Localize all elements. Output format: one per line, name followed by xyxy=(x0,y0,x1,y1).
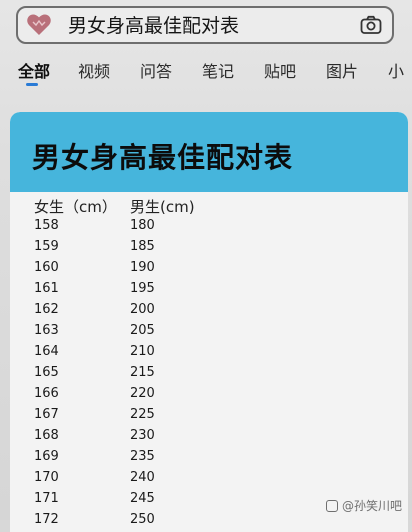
table-row: 167 225 xyxy=(10,405,408,426)
male-height-cell: 185 xyxy=(130,239,155,254)
tab-video[interactable]: 视频 xyxy=(78,58,110,82)
male-height-cell: 240 xyxy=(130,470,155,485)
tab-images[interactable]: 图片 xyxy=(326,58,358,82)
table-row: 162 200 xyxy=(10,300,408,321)
female-height-cell: 164 xyxy=(34,344,59,359)
female-height-cell: 161 xyxy=(34,281,59,296)
male-height-cell: 245 xyxy=(130,491,155,506)
tab-bar: 全部 视频 问答 笔记 贴吧 图片 小 xyxy=(0,50,412,90)
male-height-cell: 235 xyxy=(130,449,155,464)
tab-tieba[interactable]: 贴吧 xyxy=(264,58,296,82)
female-height-cell: 168 xyxy=(34,428,59,443)
table-row: 164 210 xyxy=(10,342,408,363)
male-height-cell: 200 xyxy=(130,302,155,317)
table-row: 160 190 xyxy=(10,258,408,279)
male-height-cell: 180 xyxy=(130,218,155,233)
active-tab-indicator xyxy=(26,83,38,86)
tab-notes[interactable]: 笔记 xyxy=(202,58,234,82)
camera-icon[interactable] xyxy=(360,15,382,35)
female-height-cell: 171 xyxy=(34,491,59,506)
column-header-female: 女生（cm） xyxy=(34,198,117,216)
table-row: 166 220 xyxy=(10,384,408,405)
tab-more[interactable]: 小 xyxy=(388,58,404,82)
female-height-cell: 166 xyxy=(34,386,59,401)
male-height-cell: 215 xyxy=(130,365,155,380)
table-row: 163 205 xyxy=(10,321,408,342)
table-row: 158 180 xyxy=(10,216,408,237)
female-height-cell: 170 xyxy=(34,470,59,485)
male-height-cell: 225 xyxy=(130,407,155,422)
female-height-cell: 158 xyxy=(34,218,59,233)
tab-all[interactable]: 全部 xyxy=(18,58,50,82)
female-height-cell: 167 xyxy=(34,407,59,422)
male-height-cell: 190 xyxy=(130,260,155,275)
male-height-cell: 195 xyxy=(130,281,155,296)
table-row: 169 235 xyxy=(10,447,408,468)
watermark: @孙笑川吧 xyxy=(325,497,402,514)
watermark-text: @孙笑川吧 xyxy=(341,499,402,513)
male-height-cell: 210 xyxy=(130,344,155,359)
male-height-cell: 220 xyxy=(130,386,155,401)
weibo-icon xyxy=(325,499,338,512)
table-row: 168 230 xyxy=(10,426,408,447)
table-row: 159 185 xyxy=(10,237,408,258)
female-height-cell: 169 xyxy=(34,449,59,464)
column-header-male: 男生(cm) xyxy=(130,198,195,216)
female-height-cell: 165 xyxy=(34,365,59,380)
table-row: 170 240 xyxy=(10,468,408,489)
card-title: 男女身高最佳配对表 xyxy=(32,141,294,174)
screen: 男女身高最佳配对表 全部 视频 问答 笔记 贴吧 图片 小 男女身高最佳配对表 … xyxy=(0,0,412,532)
table-row: 161 195 xyxy=(10,279,408,300)
search-input[interactable]: 男女身高最佳配对表 xyxy=(68,14,239,38)
female-height-cell: 163 xyxy=(34,323,59,338)
table-row: 165 215 xyxy=(10,363,408,384)
male-height-cell: 230 xyxy=(130,428,155,443)
female-height-cell: 159 xyxy=(34,239,59,254)
tab-qa[interactable]: 问答 xyxy=(140,58,172,82)
result-image-card[interactable]: 男女身高最佳配对表 女生（cm） 男生(cm) 158 180 159 185 … xyxy=(10,112,408,532)
heart-icon xyxy=(26,13,52,37)
title-banner: 男女身高最佳配对表 xyxy=(10,112,408,192)
male-height-cell: 205 xyxy=(130,323,155,338)
search-bar[interactable]: 男女身高最佳配对表 xyxy=(16,6,394,44)
female-height-cell: 162 xyxy=(34,302,59,317)
female-height-cell: 160 xyxy=(34,260,59,275)
